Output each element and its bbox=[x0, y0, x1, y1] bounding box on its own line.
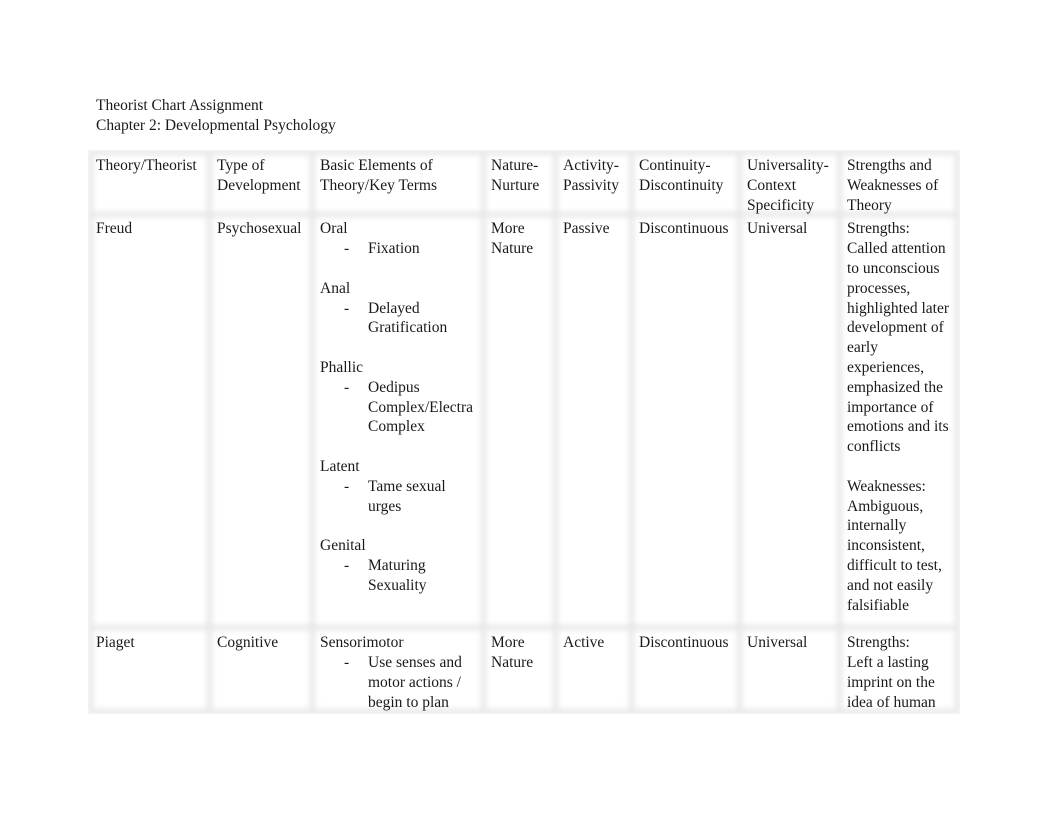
key-term: Maturing Sexuality bbox=[368, 556, 427, 594]
key-term-item: - Maturing Sexuality bbox=[320, 556, 479, 596]
header-theorist: Theory/Theorist bbox=[96, 157, 197, 174]
stage-genital: Genital - Maturing Sexuality bbox=[320, 536, 479, 595]
weaknesses-label: Weaknesses: bbox=[847, 477, 926, 495]
cell-continuity: Discontinuous bbox=[639, 634, 729, 652]
cell-theorist: Piaget bbox=[96, 634, 135, 652]
strengths-label: Strengths: bbox=[847, 634, 910, 652]
bullet-dash: - bbox=[344, 378, 350, 396]
table-row-freud: Freud Psychosexual Oral - Fixation Anal … bbox=[88, 215, 960, 629]
bullet-dash: - bbox=[344, 299, 350, 317]
cell-theorist: Freud bbox=[96, 220, 133, 238]
stage-name: Genital bbox=[320, 537, 366, 555]
key-term-item: - Delayed Gratification bbox=[320, 299, 479, 339]
key-term-item: - Fixation bbox=[320, 239, 479, 259]
bullet-dash: - bbox=[344, 654, 350, 672]
theorist-chart-table-container: Theory/Theorist Type of Development Basi… bbox=[88, 150, 960, 714]
strengths-block: Strengths: Called attention to unconscio… bbox=[847, 219, 956, 457]
key-term: Use senses and motor actions / begin to … bbox=[368, 654, 462, 711]
document-title: Theorist Chart Assignment bbox=[96, 97, 264, 114]
strengths-text: Called attention to unconscious processe… bbox=[847, 240, 950, 456]
key-term: Tame sexual urges bbox=[368, 477, 446, 515]
stage-name: Oral bbox=[320, 220, 348, 238]
header-universality: Universality-Context Specificity bbox=[747, 157, 829, 214]
theorist-chart-table: Theory/Theorist Type of Development Basi… bbox=[88, 150, 960, 713]
header-continuity: Continuity-Discontinuity bbox=[639, 157, 724, 194]
strengths-label: Strengths: bbox=[847, 220, 910, 238]
cell-elements: Oral - Fixation Anal - Delayed Gratifica… bbox=[312, 215, 483, 629]
bullet-dash: - bbox=[344, 477, 350, 495]
stage-name: Latent bbox=[320, 457, 360, 475]
key-term: Delayed Gratification bbox=[368, 299, 448, 337]
header-strengths-weaknesses: Strengths and Weaknesses of Theory bbox=[847, 157, 939, 214]
key-term: Fixation bbox=[368, 240, 420, 258]
document-subtitle: Chapter 2: Developmental Psychology bbox=[96, 117, 336, 134]
stage-latent: Latent - Tame sexual urges bbox=[320, 457, 479, 516]
bullet-dash: - bbox=[344, 556, 350, 574]
stage-name: Phallic bbox=[320, 358, 364, 376]
table-row-piaget: Piaget Cognitive Sensorimotor - Use sens… bbox=[88, 629, 960, 712]
strengths-text: Left a lasting imprint on the idea of hu… bbox=[847, 654, 936, 711]
header-nature-nurture: Nature-Nurture bbox=[491, 157, 540, 194]
document-header: Theorist Chart Assignment Chapter 2: Dev… bbox=[96, 96, 336, 136]
cell-type: Psychosexual bbox=[217, 220, 302, 238]
header-elements: Basic Elements of Theory/Key Terms bbox=[320, 157, 437, 194]
cell-universality: Universal bbox=[747, 634, 808, 652]
stage-sensorimotor: Sensorimotor - Use senses and motor acti… bbox=[320, 633, 479, 712]
cell-elements: Sensorimotor - Use senses and motor acti… bbox=[312, 629, 483, 712]
weaknesses-text: Ambiguous, internally inconsistent, diff… bbox=[847, 497, 942, 614]
header-activity-passivity: Activity-Passivity bbox=[563, 157, 619, 194]
cell-activity-passivity: Passive bbox=[563, 220, 610, 238]
stage-oral: Oral - Fixation bbox=[320, 219, 479, 259]
stage-phallic: Phallic - Oedipus Complex/Electra Comple… bbox=[320, 358, 479, 437]
key-term: Oedipus Complex/Electra Complex bbox=[368, 378, 474, 436]
cell-strengths-weaknesses: Strengths: Called attention to unconscio… bbox=[839, 215, 960, 629]
key-term-item: - Use senses and motor actions / begin t… bbox=[320, 653, 479, 712]
cell-continuity: Discontinuous bbox=[639, 220, 729, 238]
cell-nature-nurture: More Nature bbox=[491, 220, 534, 258]
key-term-item: - Oedipus Complex/Electra Complex bbox=[320, 378, 479, 437]
cell-activity-passivity: Active bbox=[563, 634, 605, 652]
stage-anal: Anal - Delayed Gratification bbox=[320, 279, 479, 338]
strengths-block: Strengths: Left a lasting imprint on the… bbox=[847, 633, 956, 712]
header-type: Type of Development bbox=[217, 157, 301, 194]
cell-universality: Universal bbox=[747, 220, 808, 238]
key-term-item: - Tame sexual urges bbox=[320, 477, 479, 517]
weaknesses-block: Weaknesses: Ambiguous, internally incons… bbox=[847, 477, 956, 616]
table-header-row: Theory/Theorist Type of Development Basi… bbox=[88, 150, 960, 215]
stage-name: Anal bbox=[320, 279, 351, 297]
cell-strengths-weaknesses: Strengths: Left a lasting imprint on the… bbox=[839, 629, 960, 712]
cell-type: Cognitive bbox=[217, 634, 279, 652]
stage-name: Sensorimotor bbox=[320, 634, 404, 652]
bullet-dash: - bbox=[344, 240, 350, 258]
cell-nature-nurture: More Nature bbox=[491, 634, 534, 672]
